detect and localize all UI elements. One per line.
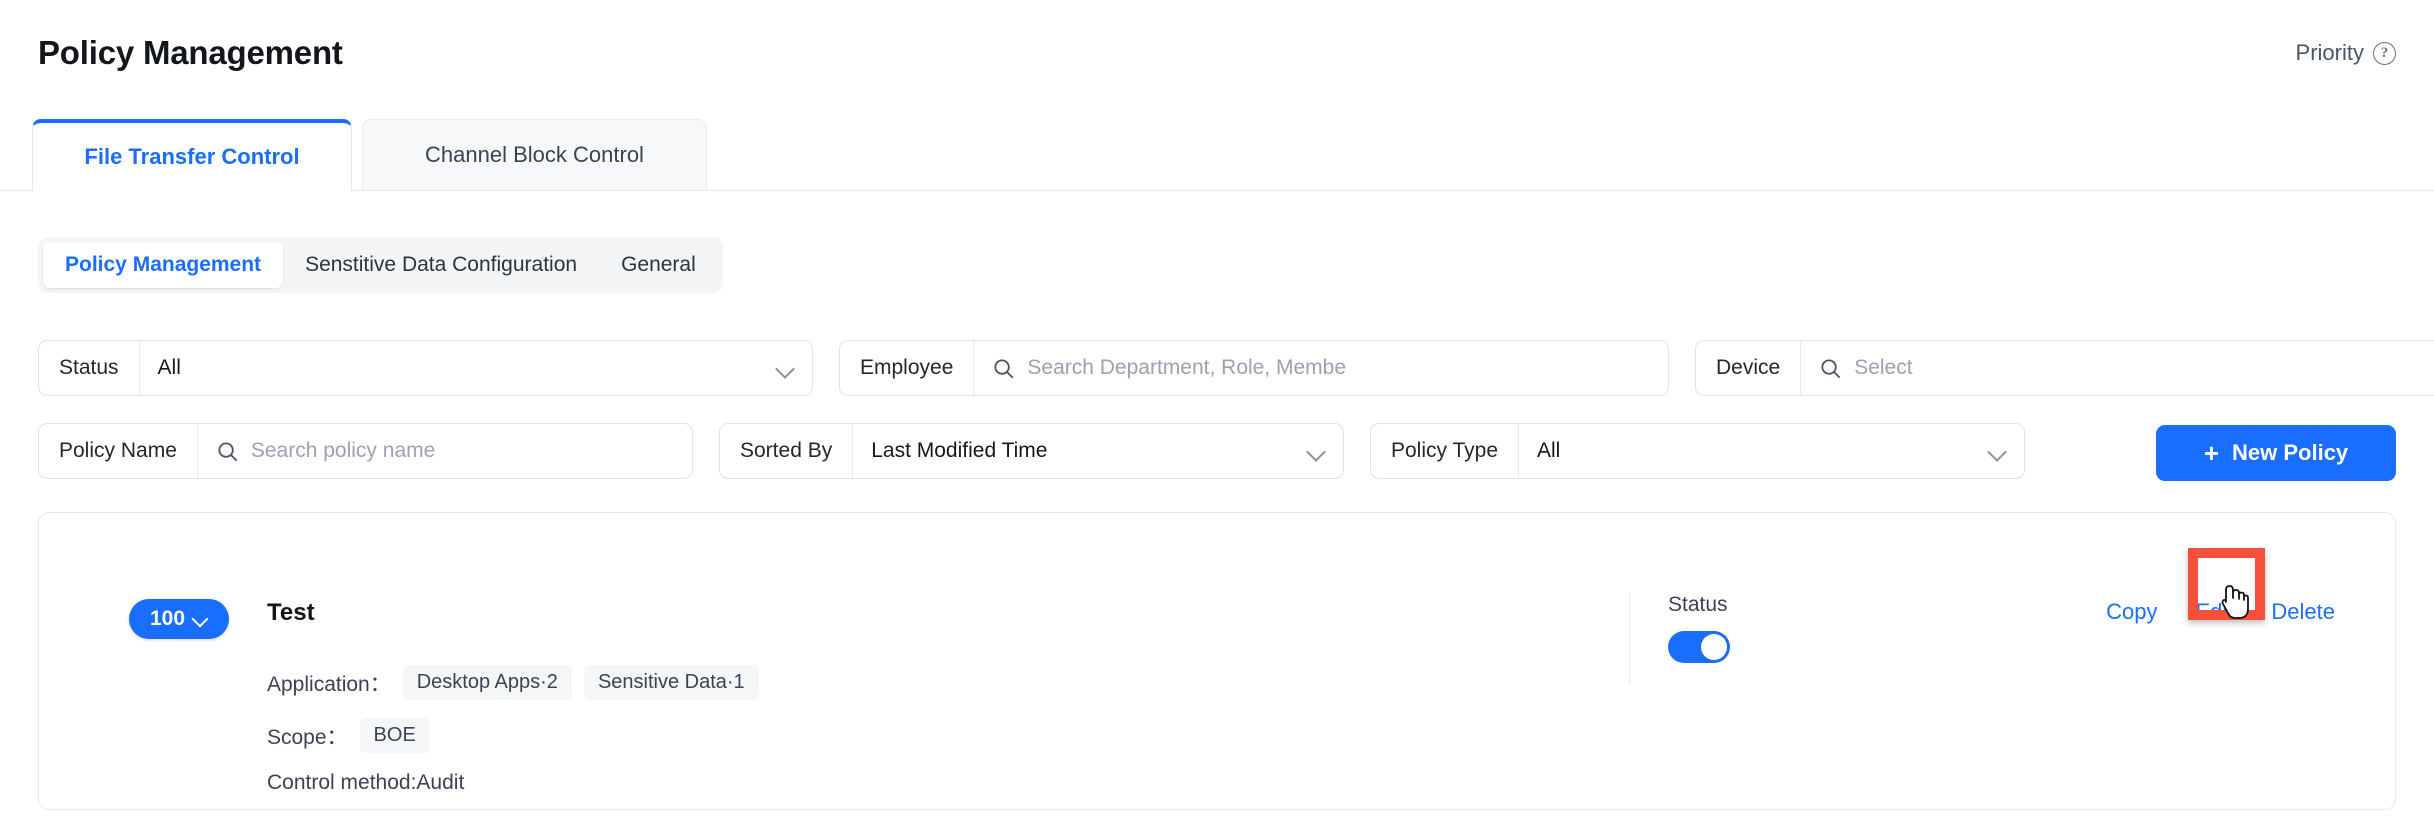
policy-name-search-input[interactable]: Search policy name xyxy=(251,439,435,463)
status-filter[interactable]: Status All xyxy=(38,340,813,396)
sub-tabs: Policy Management Senstitive Data Config… xyxy=(38,237,723,293)
chevron-down-icon xyxy=(1307,442,1325,460)
filter-bar: Status All Employee Search Department, R… xyxy=(38,340,2434,506)
employee-filter-body[interactable]: Search Department, Role, Membe xyxy=(974,341,1668,395)
application-tag: Desktop Apps·2 xyxy=(402,665,572,700)
employee-filter[interactable]: Employee Search Department, Role, Membe xyxy=(839,340,1669,396)
policy-name-filter-label: Policy Name xyxy=(39,424,198,478)
scope-tag: BOE xyxy=(359,718,430,753)
status-label: Status xyxy=(1668,593,1728,616)
new-policy-button-label: New Policy xyxy=(2232,440,2349,465)
scope-label: Scope： xyxy=(267,725,348,749)
priority-label: Priority xyxy=(2295,40,2364,65)
policy-actions: Copy Edit Delete xyxy=(2090,599,2351,625)
policy-scope-row: Scope： BOE xyxy=(267,718,430,753)
edit-link[interactable]: Edit xyxy=(2173,599,2255,625)
status-filter-label: Status xyxy=(39,341,140,395)
sorted-by-filter-label: Sorted By xyxy=(720,424,854,478)
page-title: Policy Management xyxy=(38,34,343,71)
device-filter-body[interactable]: Select xyxy=(1801,341,2434,395)
delete-link[interactable]: Delete xyxy=(2255,599,2351,625)
tab-label: Channel Block Control xyxy=(425,142,644,167)
copy-link[interactable]: Copy xyxy=(2090,599,2173,625)
policy-type-filter[interactable]: Policy Type All xyxy=(1370,423,2025,479)
priority-legend: Priority ? xyxy=(2296,40,2396,66)
device-filter-label: Device xyxy=(1696,341,1802,395)
policy-name-filter[interactable]: Policy Name Search policy name xyxy=(38,423,693,479)
sub-tab-senstitive-data-configuration[interactable]: Senstitive Data Configuration xyxy=(283,242,599,288)
sub-tab-policy-management[interactable]: Policy Management xyxy=(43,242,284,288)
control-method-text: Control method:Audit xyxy=(267,771,465,794)
chevron-down-icon xyxy=(1988,442,2006,460)
sub-tab-label: General xyxy=(621,253,696,276)
device-filter[interactable]: Device Select xyxy=(1695,340,2434,396)
search-icon xyxy=(992,357,1015,380)
page-header: Policy Management Priority ? xyxy=(0,0,2434,119)
policy-name: Test xyxy=(267,599,315,626)
policy-type-filter-value: All xyxy=(1537,439,1561,462)
application-tag: Sensitive Data·1 xyxy=(583,665,759,700)
new-policy-button[interactable]: + New Policy xyxy=(2156,425,2396,481)
policy-priority-value: 100 xyxy=(149,607,186,630)
question-circle-icon[interactable]: ? xyxy=(2373,41,2396,65)
policy-card: 100 Test Application： Desktop Apps·2 Sen… xyxy=(38,512,2396,810)
policy-management-page: Policy Management Priority ? File Transf… xyxy=(0,0,2434,836)
policy-name-filter-body[interactable]: Search policy name xyxy=(198,424,692,478)
device-search-input[interactable]: Select xyxy=(1854,356,1912,380)
sorted-by-filter-value: Last Modified Time xyxy=(871,439,1048,462)
status-toggle[interactable] xyxy=(1668,631,1730,663)
chevron-down-icon xyxy=(776,359,794,377)
tab-channel-block-control[interactable]: Channel Block Control xyxy=(362,119,707,191)
toggle-knob xyxy=(1701,634,1727,660)
sub-tab-label: Senstitive Data Configuration xyxy=(305,253,578,276)
sorted-by-filter-body[interactable]: Last Modified Time xyxy=(853,424,1343,478)
employee-filter-label: Employee xyxy=(840,341,975,395)
policy-type-filter-body[interactable]: All xyxy=(1519,424,2024,478)
status-filter-value: All xyxy=(157,356,181,379)
tab-label: File Transfer Control xyxy=(84,144,300,169)
main-tabstrip: File Transfer Control Channel Block Cont… xyxy=(0,119,2434,191)
search-icon xyxy=(1819,357,1842,380)
status-filter-body[interactable]: All xyxy=(140,341,812,395)
policy-application-row: Application： Desktop Apps·2 Sensitive Da… xyxy=(267,665,759,700)
filter-row-1: Status All Employee Search Department, R… xyxy=(38,340,2434,396)
chevron-down-icon xyxy=(193,612,208,627)
application-label: Application： xyxy=(267,672,391,696)
sub-tab-label: Policy Management xyxy=(65,253,262,276)
filter-row-2: Policy Name Search policy name Sorted By… xyxy=(38,423,2434,479)
policy-control-method-row: Control method:Audit xyxy=(267,771,464,795)
sorted-by-filter[interactable]: Sorted By Last Modified Time xyxy=(719,423,1344,479)
employee-search-input[interactable]: Search Department, Role, Membe xyxy=(1027,356,1346,380)
policy-type-filter-label: Policy Type xyxy=(1371,424,1519,478)
search-icon xyxy=(216,440,239,463)
tab-file-transfer-control[interactable]: File Transfer Control xyxy=(32,119,352,191)
plus-icon: + xyxy=(2203,438,2220,468)
policy-status-block: Status xyxy=(1629,593,1879,683)
policy-priority-badge[interactable]: 100 xyxy=(129,599,229,639)
sub-tab-general[interactable]: General xyxy=(599,242,718,288)
